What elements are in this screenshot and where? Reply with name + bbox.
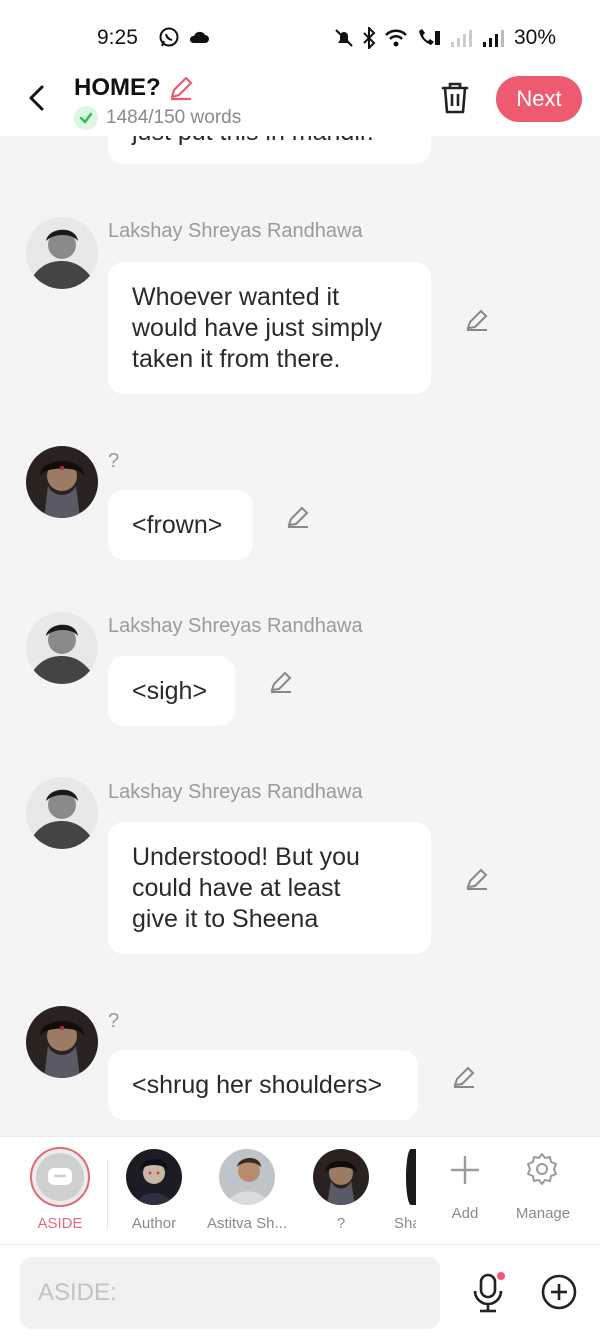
message-text: <frown>	[132, 510, 223, 539]
message-line: give it to Sheena	[132, 905, 319, 933]
avatar[interactable]	[26, 1006, 98, 1078]
character-sha[interactable]	[406, 1149, 416, 1205]
message-bubble[interactable]: Understood! But you could have at least …	[108, 822, 431, 954]
message-line: would have just simply	[132, 314, 383, 342]
character-label: Astitva Sh...	[206, 1215, 288, 1232]
avatar[interactable]	[26, 777, 98, 849]
speaker-name: Lakshay Shreyas Randhawa	[108, 615, 363, 637]
speaker-name: ?	[108, 1010, 120, 1032]
add-label[interactable]: Add	[440, 1205, 490, 1222]
cloud-icon	[189, 31, 209, 43]
title-area[interactable]: HOME?	[74, 74, 195, 102]
avatar[interactable]	[26, 217, 98, 289]
message-input[interactable]	[20, 1257, 440, 1329]
message-line: Understood! But you	[132, 843, 360, 871]
signal-weak-icon	[450, 30, 472, 47]
edit-message-icon[interactable]	[464, 866, 490, 892]
aside-character[interactable]	[30, 1147, 90, 1207]
chat-list[interactable]: just put this in mandir. Lakshay Shreyas…	[0, 136, 600, 1136]
check-icon	[74, 106, 98, 130]
message-bubble[interactable]: <sigh>	[108, 656, 235, 726]
wifi-call-icon	[418, 29, 440, 45]
message-text: just put this in mandir.	[132, 136, 374, 148]
divider	[107, 1159, 108, 1229]
message-line: could have at least	[132, 874, 341, 902]
speaker-name: Lakshay Shreyas Randhawa	[108, 781, 363, 803]
speaker-name: Lakshay Shreyas Randhawa	[108, 220, 363, 242]
character-label: ?	[336, 1215, 346, 1232]
message-bubble[interactable]: <shrug her shoulders>	[108, 1050, 418, 1120]
edit-title-icon[interactable]	[167, 74, 195, 102]
trash-icon[interactable]	[438, 80, 472, 116]
character-label: ASIDE	[37, 1215, 83, 1232]
character-author[interactable]	[126, 1149, 182, 1205]
message-text: <sigh>	[132, 676, 208, 705]
edit-message-icon[interactable]	[464, 307, 490, 333]
add-circle-icon[interactable]	[540, 1273, 578, 1311]
character-label: Author	[131, 1215, 177, 1232]
back-arrow-icon[interactable]	[22, 82, 52, 114]
manage-label[interactable]: Manage	[510, 1205, 576, 1222]
avatar[interactable]	[26, 612, 98, 684]
message-bubble[interactable]: <frown>	[108, 490, 253, 560]
edit-message-icon[interactable]	[285, 504, 311, 530]
word-count: 1484/150 words	[106, 107, 242, 128]
avatar[interactable]	[26, 446, 98, 518]
status-bar: 9:25 30%	[0, 0, 600, 70]
character-selector: ASIDE Author Astitva Sh... ? Sha Add Man…	[0, 1136, 600, 1244]
message-text: <shrug her shoulders>	[132, 1070, 383, 1099]
gear-icon[interactable]	[524, 1151, 560, 1187]
mute-bell-icon	[335, 29, 353, 47]
next-button[interactable]: Next	[496, 76, 582, 122]
character-label: Sha	[394, 1215, 416, 1232]
message-line: taken it from there.	[132, 345, 341, 373]
bluetooth-icon	[363, 27, 376, 49]
chat-bubble-icon	[48, 1168, 72, 1185]
add-character-icon[interactable]	[448, 1153, 482, 1187]
signal-icon	[482, 30, 504, 47]
edit-message-icon[interactable]	[268, 669, 294, 695]
status-time: 9:25	[97, 26, 138, 49]
wifi-icon	[385, 29, 407, 47]
message-bubble[interactable]: just put this in mandir.	[108, 136, 431, 164]
edit-message-icon[interactable]	[451, 1064, 477, 1090]
character-astitva[interactable]	[219, 1149, 275, 1205]
character-unknown[interactable]	[313, 1149, 369, 1205]
message-line: Whoever wanted it	[132, 283, 340, 311]
composer	[0, 1244, 600, 1340]
speaker-name: ?	[108, 450, 120, 472]
whatsapp-icon	[159, 27, 179, 47]
battery-level: 30%	[513, 26, 556, 49]
top-bar: HOME? 1484/150 words Next	[0, 70, 600, 136]
microphone-icon[interactable]	[470, 1271, 506, 1315]
message-bubble[interactable]: Whoever wanted it would have just simply…	[108, 262, 431, 394]
story-title[interactable]: HOME?	[74, 74, 161, 102]
